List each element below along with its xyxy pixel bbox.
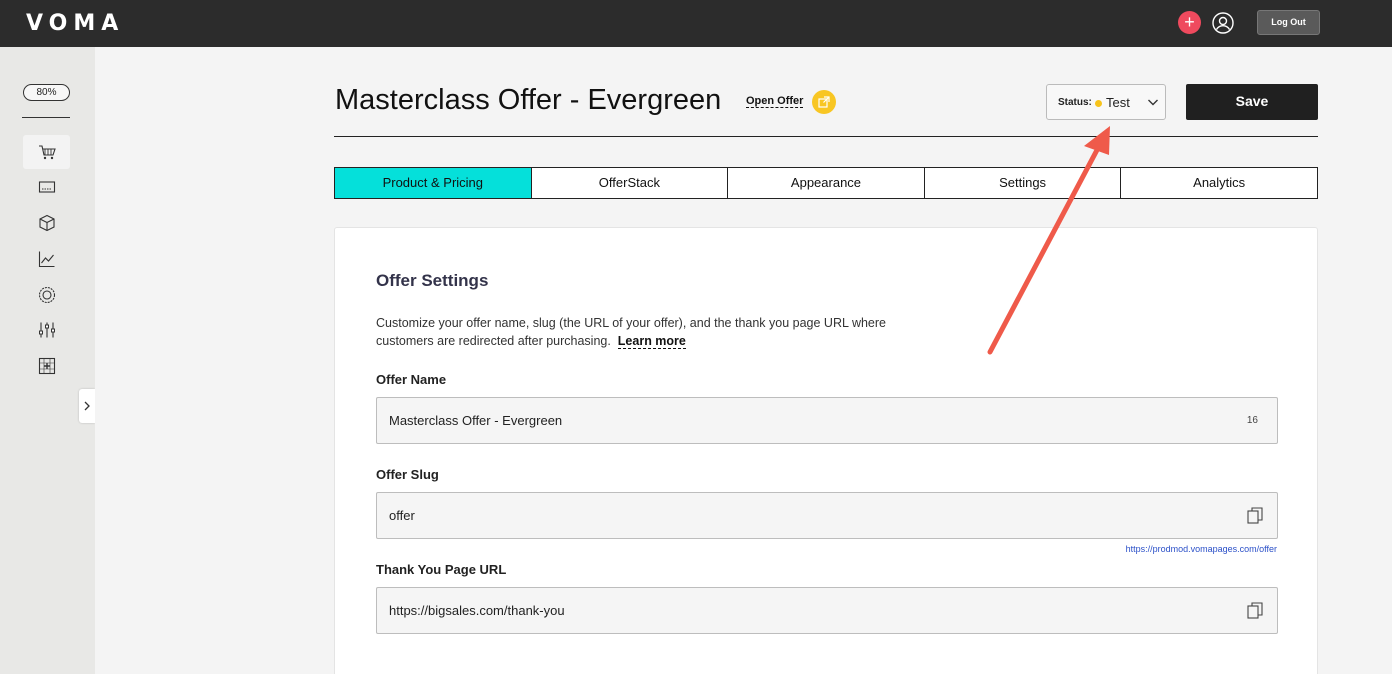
offer-settings-card: Offer Settings Customize your offer name… <box>334 227 1318 674</box>
top-bar: VOMA + Log Out <box>0 0 1392 47</box>
title-divider <box>334 136 1318 137</box>
slug-url-link[interactable]: https://prodmod.vomapages.com/offer <box>1126 544 1277 554</box>
section-title: Offer Settings <box>376 271 489 290</box>
sidebar-item-analytics[interactable] <box>23 242 70 276</box>
sidebar-divider <box>22 117 70 118</box>
add-button[interactable]: + <box>1178 11 1201 34</box>
logout-button[interactable]: Log Out <box>1257 10 1320 35</box>
status-dot <box>1095 100 1102 107</box>
chevron-down-icon <box>1148 99 1158 106</box>
badge-icon <box>38 286 55 304</box>
tab-product-pricing[interactable]: Product & Pricing <box>335 168 531 198</box>
copy-icon[interactable] <box>1247 507 1263 524</box>
thank-you-url-value: https://bigsales.com/thank-you <box>389 603 565 618</box>
tab-offerstack[interactable]: OfferStack <box>530 168 728 198</box>
user-icon[interactable] <box>1212 12 1234 34</box>
offer-name-field[interactable]: Masterclass Offer - Evergreen 16 <box>376 397 1278 444</box>
tab-bar: Product & Pricing OfferStack Appearance … <box>334 167 1318 199</box>
copy-icon[interactable] <box>1247 602 1263 619</box>
zoom-indicator[interactable]: 80% <box>23 84 70 101</box>
tab-analytics[interactable]: Analytics <box>1120 168 1317 198</box>
offer-name-value: Masterclass Offer - Evergreen <box>389 413 563 428</box>
offer-slug-value: offer <box>389 508 415 523</box>
tab-appearance[interactable]: Appearance <box>727 168 924 198</box>
open-offer-link[interactable]: Open Offer <box>746 95 804 108</box>
chart-line-icon <box>38 251 54 268</box>
thank-you-url-field[interactable]: https://bigsales.com/thank-you <box>376 587 1278 634</box>
chevron-right-icon <box>84 401 90 411</box>
thank-you-label: Thank You Page URL <box>376 562 507 577</box>
main-content: Masterclass Offer - Evergreen Open Offer… <box>95 47 1392 674</box>
sidebar-item-products[interactable] <box>23 206 70 240</box>
character-count: 16 <box>1246 415 1258 426</box>
offer-slug-label: Offer Slug <box>376 467 439 482</box>
sidebar-item-cart[interactable] <box>23 135 70 169</box>
sidebar-item-checkout[interactable] <box>23 170 70 204</box>
sidebar-item-settings[interactable] <box>23 313 70 347</box>
section-description: Customize your offer name, slug (the URL… <box>376 314 916 350</box>
sliders-icon <box>38 322 55 338</box>
page-title: Masterclass Offer - Evergreen <box>335 84 722 116</box>
sidebar-expand-button[interactable] <box>79 389 95 423</box>
tab-settings[interactable]: Settings <box>923 168 1121 198</box>
external-link-icon[interactable] <box>812 90 836 114</box>
offer-name-label: Offer Name <box>376 372 447 387</box>
grid-plus-icon <box>38 357 55 375</box>
status-label: Status: <box>1058 97 1092 108</box>
checkout-icon <box>38 181 55 193</box>
status-value: Test <box>1106 95 1130 110</box>
plus-icon: + <box>1184 12 1195 32</box>
sidebar-item-integrations[interactable] <box>23 349 70 383</box>
sidebar: 80% <box>0 47 95 674</box>
sidebar-item-badges[interactable] <box>23 278 70 312</box>
learn-more-link[interactable]: Learn more <box>617 334 686 349</box>
save-button[interactable]: Save <box>1186 84 1318 120</box>
offer-slug-field[interactable]: offer <box>376 492 1278 539</box>
cart-icon <box>38 145 56 160</box>
voma-logo[interactable]: VOMA <box>26 11 124 36</box>
status-select[interactable]: Status: Test <box>1046 84 1166 120</box>
box-icon <box>38 214 55 232</box>
